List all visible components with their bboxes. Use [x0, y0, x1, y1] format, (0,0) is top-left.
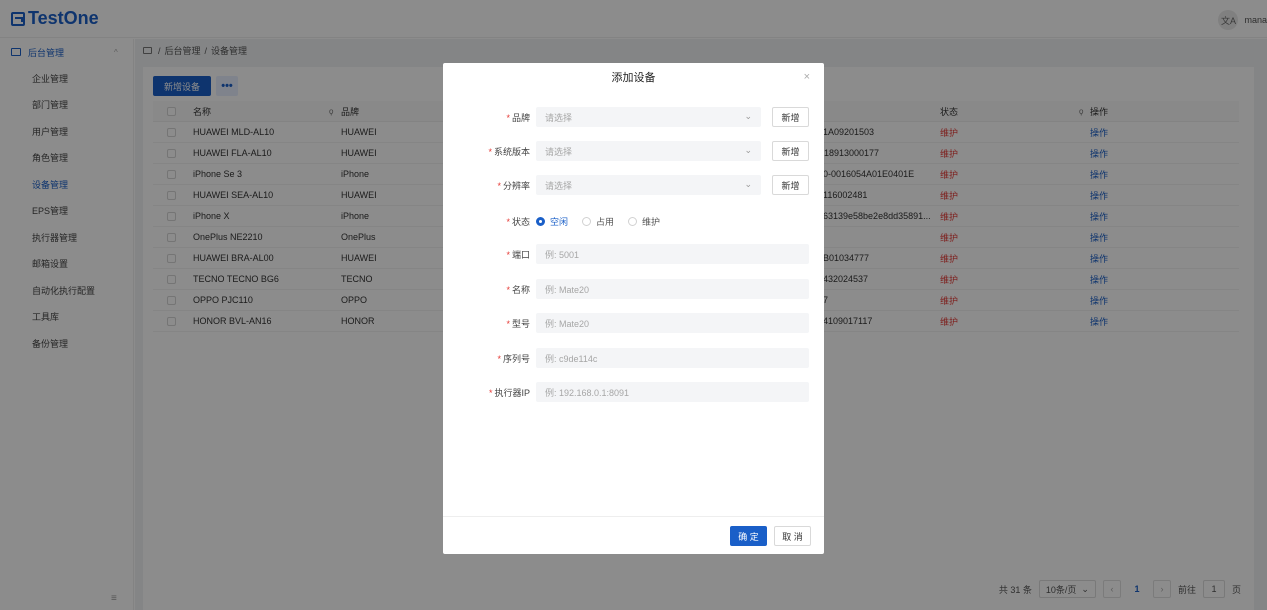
resolution-field: * 分辨率 请选择 ⌄ 新增	[443, 175, 824, 195]
os-version-field: * 系统版本 请选择 ⌄ 新增	[443, 141, 824, 161]
brand-select[interactable]: 请选择 ⌄	[536, 107, 761, 127]
confirm-button[interactable]: 确 定	[730, 526, 767, 546]
add-device-dialog: 添加设备 × * 品牌 请选择 ⌄ 新增 * 系统版本 请选择 ⌄ 新增 * 分辨率 …	[443, 63, 824, 554]
executor-ip-field: * 执行器IP 例: 192.168.0.1:8091	[443, 382, 824, 402]
model-input[interactable]: 例: Mate20	[536, 313, 809, 333]
name-label: 名称	[511, 285, 530, 295]
resolution-label: 分辨率	[502, 181, 530, 191]
new-resolution-button[interactable]: 新增	[772, 175, 809, 195]
status-field: * 状态 空闲 占用 维护	[506, 215, 661, 228]
brand-placeholder: 请选择	[545, 112, 573, 123]
radio-icon	[582, 217, 592, 226]
executor-ip-input[interactable]: 例: 192.168.0.1:8091	[536, 382, 809, 402]
serial-input[interactable]: 例: c9de114c	[536, 348, 809, 368]
model-label: 型号	[511, 319, 530, 329]
dialog-footer: 确 定 取 消	[443, 516, 824, 554]
port-label: 端口	[511, 250, 530, 260]
new-os-version-button[interactable]: 新增	[772, 141, 809, 161]
serial-label: 序列号	[502, 354, 530, 364]
status-label: 状态	[511, 217, 530, 227]
radio-checked-icon	[536, 217, 545, 226]
status-radio-occupied[interactable]: 占用	[582, 215, 614, 228]
port-input[interactable]: 例: 5001	[536, 244, 809, 264]
model-field: * 型号 例: Mate20	[443, 313, 824, 333]
name-input[interactable]: 例: Mate20	[536, 279, 809, 299]
radio-icon	[628, 217, 638, 226]
dialog-title: 添加设备	[611, 72, 656, 84]
chevron-down-icon: ⌄	[744, 145, 752, 155]
brand-label: 品牌	[511, 113, 530, 123]
cancel-button[interactable]: 取 消	[774, 526, 811, 546]
chevron-down-icon: ⌄	[744, 179, 752, 189]
serial-field: * 序列号 例: c9de114c	[443, 348, 824, 368]
resolution-placeholder: 请选择	[545, 180, 573, 191]
chevron-down-icon: ⌄	[744, 111, 752, 121]
status-radio-maintenance[interactable]: 维护	[628, 215, 660, 228]
os-version-select[interactable]: 请选择 ⌄	[536, 141, 761, 161]
port-field: * 端口 例: 5001	[443, 244, 824, 264]
status-radio-idle[interactable]: 空闲	[536, 215, 568, 228]
os-version-label: 系统版本	[493, 147, 530, 157]
executor-ip-label: 执行器IP	[494, 388, 530, 398]
name-field: * 名称 例: Mate20	[443, 279, 824, 299]
new-brand-button[interactable]: 新增	[772, 107, 809, 127]
close-icon[interactable]: ×	[804, 71, 810, 83]
brand-field: * 品牌 请选择 ⌄ 新增	[443, 107, 824, 127]
status-radio-group: 空闲 占用 维护	[536, 215, 660, 228]
resolution-select[interactable]: 请选择 ⌄	[536, 175, 761, 195]
os-version-placeholder: 请选择	[545, 146, 573, 157]
